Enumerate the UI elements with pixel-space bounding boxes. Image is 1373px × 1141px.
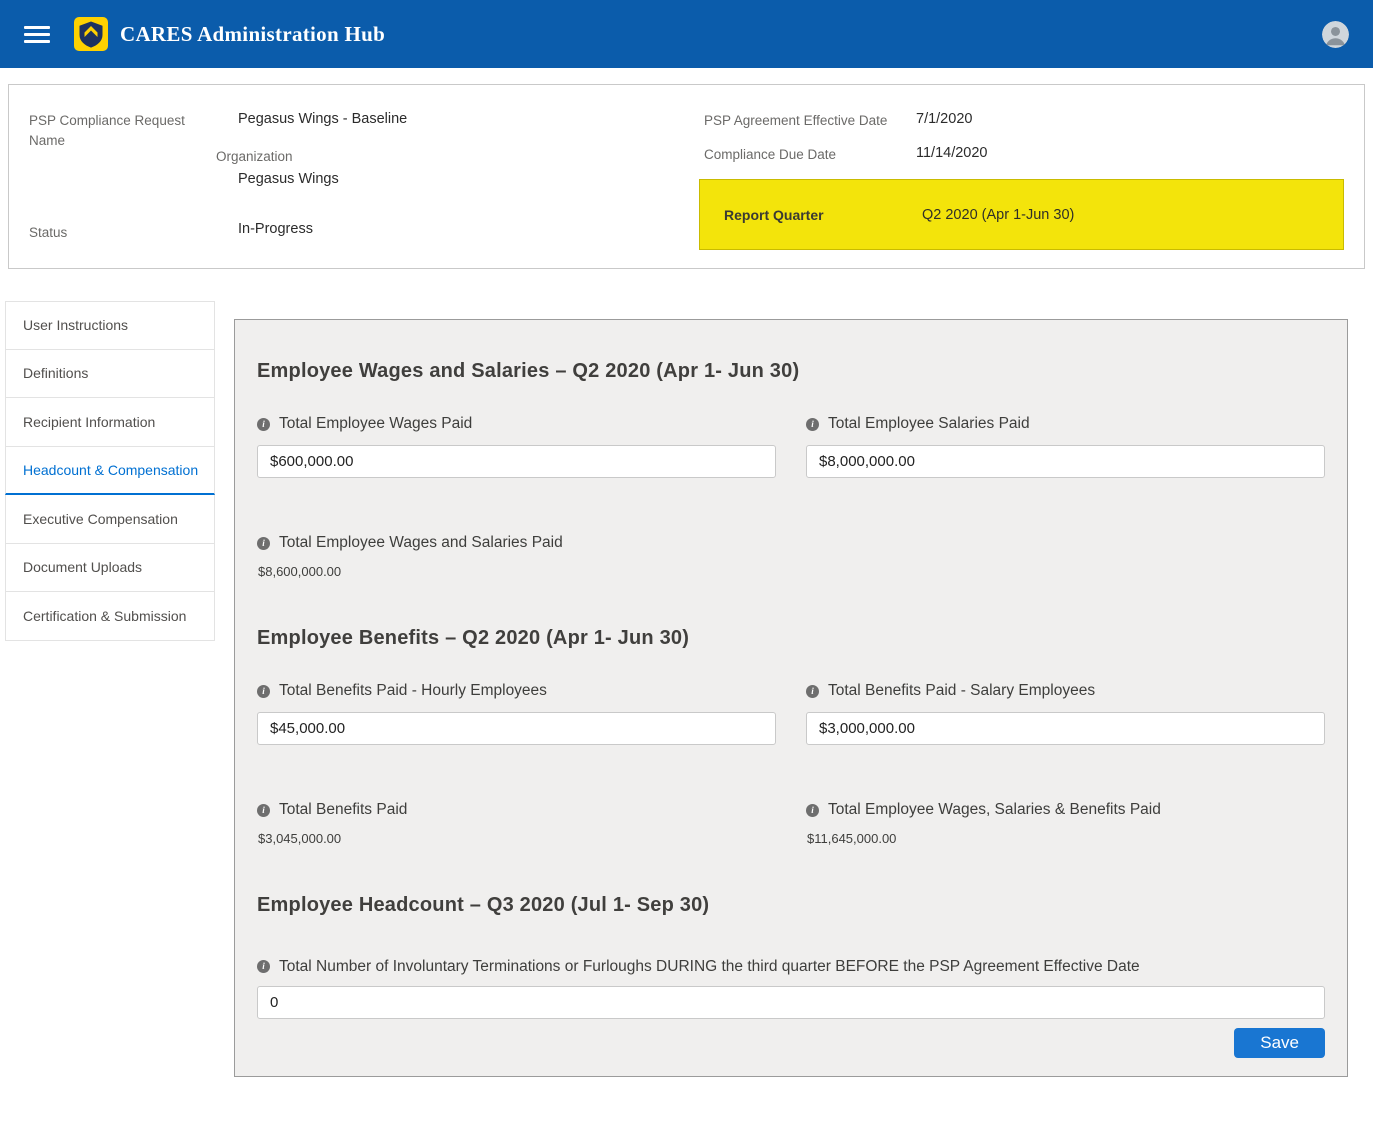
- topbar: CARES Administration Hub: [0, 0, 1373, 68]
- total-benefits-salary-input[interactable]: [806, 712, 1325, 745]
- readonly-value: $11,645,000.00: [806, 831, 1325, 846]
- readonly-value: $3,045,000.00: [257, 831, 776, 846]
- field-total-employee-salaries: i Total Employee Salaries Paid: [806, 415, 1325, 478]
- sidebar-item-certification-submission[interactable]: Certification & Submission: [5, 592, 215, 641]
- readonly-total-wages-and-salaries: i Total Employee Wages and Salaries Paid…: [257, 534, 776, 579]
- report-quarter-label: Report Quarter: [724, 207, 922, 223]
- field-label-text: Total Employee Wages Paid: [279, 415, 472, 433]
- info-icon[interactable]: i: [257, 685, 270, 698]
- info-icon[interactable]: i: [257, 418, 270, 431]
- effective-date-label: PSP Agreement Effective Date: [704, 111, 916, 128]
- readonly-total-wages-salaries-benefits: i Total Employee Wages, Salaries & Benef…: [806, 801, 1325, 846]
- readonly-total-benefits: i Total Benefits Paid $3,045,000.00: [257, 801, 776, 846]
- readonly-label-text: Total Employee Wages and Salaries Paid: [279, 534, 563, 552]
- field-involuntary-terminations: i Total Number of Involuntary Terminatio…: [257, 953, 1325, 1019]
- readonly-label-text: Total Benefits Paid: [279, 801, 407, 819]
- due-date-label: Compliance Due Date: [704, 145, 916, 162]
- organization-label: Organization: [216, 147, 425, 167]
- app-logo-icon: [74, 17, 108, 51]
- field-benefits-salary: i Total Benefits Paid - Salary Employees: [806, 682, 1325, 745]
- user-avatar-icon[interactable]: [1322, 21, 1349, 48]
- field-benefits-hourly: i Total Benefits Paid - Hourly Employees: [257, 682, 776, 745]
- sidebar-item-executive-compensation[interactable]: Executive Compensation: [5, 495, 215, 544]
- request-name-value: Pegasus Wings - Baseline: [238, 111, 425, 127]
- summary-right: PSP Agreement Effective Date 7/1/2020 Co…: [699, 111, 1344, 252]
- info-icon[interactable]: i: [806, 685, 819, 698]
- involuntary-terminations-input[interactable]: [257, 986, 1325, 1019]
- info-icon[interactable]: i: [806, 804, 819, 817]
- readonly-value: $8,600,000.00: [257, 564, 776, 579]
- field-label-text: Total Benefits Paid - Hourly Employees: [279, 682, 547, 700]
- field-label-text: Total Benefits Paid - Salary Employees: [828, 682, 1095, 700]
- field-label-text: Total Number of Involuntary Terminations…: [279, 953, 1140, 980]
- content-area: User Instructions Definitions Recipient …: [5, 301, 1348, 1077]
- report-quarter-highlight: Report Quarter Q2 2020 (Apr 1-Jun 30): [699, 179, 1344, 250]
- status-value: In-Progress: [238, 221, 313, 243]
- report-quarter-value: Q2 2020 (Apr 1-Jun 30): [922, 207, 1074, 223]
- info-icon[interactable]: i: [257, 960, 270, 973]
- field-label-text: Total Employee Salaries Paid: [828, 415, 1030, 433]
- section-title-wages: Employee Wages and Salaries – Q2 2020 (A…: [257, 360, 1325, 383]
- total-benefits-hourly-input[interactable]: [257, 712, 776, 745]
- section-title-benefits: Employee Benefits – Q2 2020 (Apr 1- Jun …: [257, 627, 1325, 650]
- sidebar-item-recipient-information[interactable]: Recipient Information: [5, 398, 215, 447]
- info-icon[interactable]: i: [257, 804, 270, 817]
- info-icon[interactable]: i: [806, 418, 819, 431]
- app-title: CARES Administration Hub: [120, 22, 385, 47]
- due-date-value: 11/14/2020: [916, 145, 988, 162]
- sidebar-item-user-instructions[interactable]: User Instructions: [5, 301, 215, 350]
- field-total-employee-wages: i Total Employee Wages Paid: [257, 415, 776, 478]
- save-button[interactable]: Save: [1234, 1028, 1325, 1058]
- summary-card: PSP Compliance Request Name Pegasus Wing…: [8, 84, 1365, 269]
- sidebar-nav: User Instructions Definitions Recipient …: [5, 301, 215, 641]
- total-employee-wages-input[interactable]: [257, 445, 776, 478]
- organization-value: Pegasus Wings: [238, 171, 425, 187]
- sidebar-item-definitions[interactable]: Definitions: [5, 350, 215, 399]
- total-employee-salaries-input[interactable]: [806, 445, 1325, 478]
- section-title-headcount: Employee Headcount – Q3 2020 (Jul 1- Sep…: [257, 894, 1325, 917]
- form-panel: Employee Wages and Salaries – Q2 2020 (A…: [234, 319, 1348, 1077]
- summary-left: PSP Compliance Request Name Pegasus Wing…: [29, 111, 699, 252]
- sidebar-item-headcount-compensation[interactable]: Headcount & Compensation: [5, 447, 215, 496]
- status-label: Status: [29, 221, 238, 243]
- request-name-label: PSP Compliance Request Name: [29, 111, 238, 187]
- info-icon[interactable]: i: [257, 537, 270, 550]
- menu-icon[interactable]: [24, 26, 50, 43]
- effective-date-value: 7/1/2020: [916, 111, 972, 128]
- sidebar-item-document-uploads[interactable]: Document Uploads: [5, 544, 215, 593]
- readonly-label-text: Total Employee Wages, Salaries & Benefit…: [828, 801, 1161, 819]
